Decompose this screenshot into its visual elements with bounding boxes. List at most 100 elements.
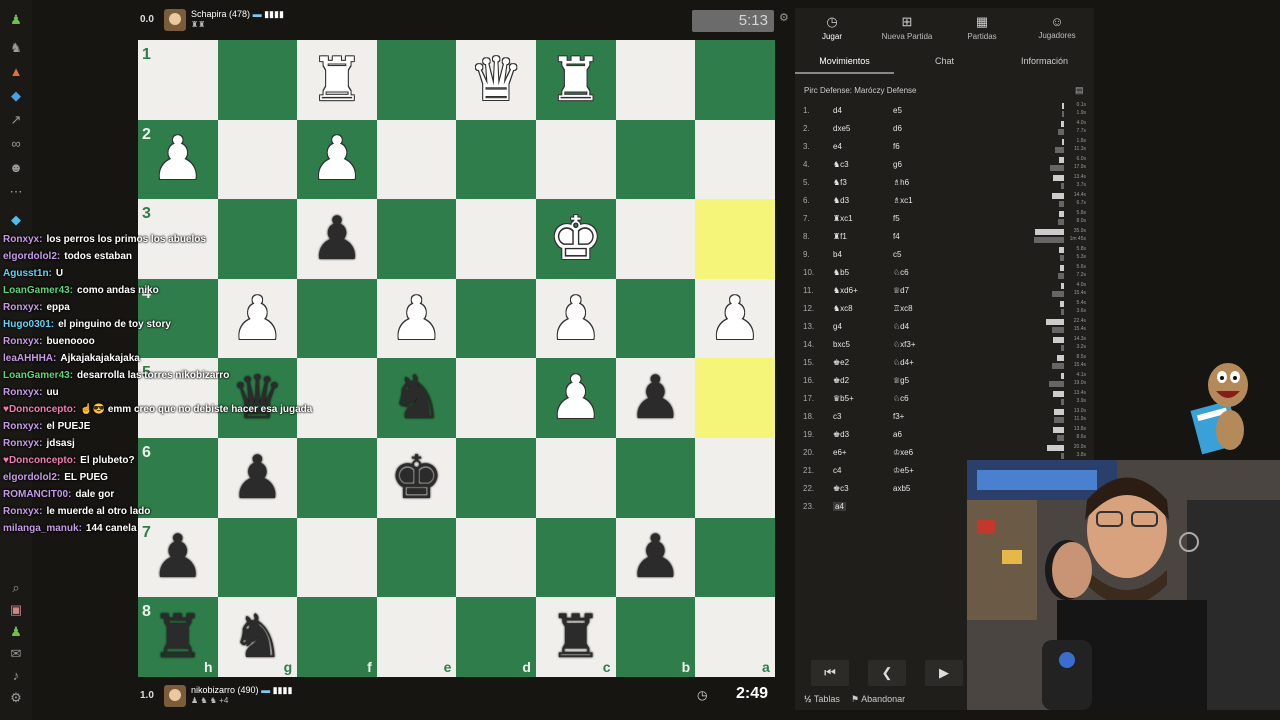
board-square[interactable]: ♟ <box>217 278 298 359</box>
board-square[interactable]: ♟ <box>217 437 298 518</box>
board-square[interactable]: ♟ <box>297 199 377 279</box>
board-square[interactable]: ♞ <box>376 358 457 438</box>
board-square[interactable]: ♟ <box>615 358 696 438</box>
bottom-player-name[interactable]: nikobizarro (490) ▬ ▮▮▮▮ <box>191 685 292 696</box>
white-move[interactable]: ♞xc8 <box>833 304 853 313</box>
board-square[interactable]: a <box>695 597 775 677</box>
binoculars-icon[interactable]: ∞ <box>6 134 26 154</box>
board-square[interactable] <box>695 437 775 518</box>
board-square[interactable] <box>297 358 377 438</box>
white-move[interactable]: bxc5 <box>833 340 850 349</box>
chat-username[interactable]: elgordolol2: <box>3 472 60 483</box>
board-square[interactable]: ♟ <box>615 517 696 598</box>
white-move[interactable]: g4 <box>833 322 842 331</box>
white-move[interactable]: ♞c3 <box>833 160 849 169</box>
white-move[interactable]: c4 <box>833 466 841 475</box>
bottom-player-username[interactable]: nikobizarro <box>191 685 235 695</box>
chat-username[interactable]: Ronxyx: <box>3 336 42 347</box>
board-square[interactable] <box>695 119 775 200</box>
board-square[interactable]: ♟ <box>695 278 775 359</box>
chat-username[interactable]: ♥Donconcepto: <box>3 455 76 466</box>
board-square[interactable]: ♟ <box>535 278 616 359</box>
white-move[interactable]: ♜f1 <box>833 232 847 241</box>
chat-username[interactable]: Ronxyx: <box>3 506 42 517</box>
board-square[interactable] <box>695 40 775 120</box>
board-square[interactable] <box>456 278 536 359</box>
pawn-logo-icon[interactable]: ♟ <box>6 10 26 30</box>
delete-icon[interactable]: ▤ <box>1075 85 1084 96</box>
settings-icon[interactable]: ⚙ <box>779 11 789 24</box>
chat-username[interactable]: Ronxyx: <box>3 234 42 245</box>
tab-chat[interactable]: Chat <box>895 50 994 72</box>
white-move[interactable]: ♚d3 <box>833 430 849 439</box>
black-move[interactable]: a6 <box>893 430 902 439</box>
more-icon[interactable]: ⋯ <box>6 182 26 202</box>
board-square[interactable]: ♛ <box>217 358 298 438</box>
board-square[interactable]: g ♞ <box>217 597 298 677</box>
black-move[interactable]: ♗xc1 <box>893 196 913 205</box>
white-piece[interactable]: ♟ <box>297 120 377 200</box>
white-move[interactable]: ♜xc1 <box>833 214 853 223</box>
nav-players[interactable]: ☺ Jugadores <box>1020 8 1094 48</box>
black-move[interactable]: e5 <box>893 106 902 115</box>
chat-username[interactable]: Ronxyx: <box>3 438 42 449</box>
chat-username[interactable]: Hugo0301: <box>3 319 54 330</box>
white-move[interactable]: c3 <box>833 412 841 421</box>
board-square[interactable]: ♚ <box>535 199 616 279</box>
board-square[interactable] <box>297 437 377 518</box>
white-piece[interactable]: ♜ <box>536 40 616 120</box>
board-square[interactable] <box>217 40 298 120</box>
board-square[interactable] <box>297 278 377 359</box>
black-move[interactable]: f4 <box>893 232 900 241</box>
white-move[interactable]: ♛b5+ <box>833 394 854 403</box>
black-move[interactable]: f3+ <box>893 412 904 421</box>
chat-username[interactable]: ♥Donconcepto: <box>3 404 76 415</box>
board-square[interactable]: ♟ <box>297 119 377 200</box>
black-move[interactable]: ♔e5+ <box>893 466 914 475</box>
white-move[interactable]: e4 <box>833 142 842 151</box>
board-square[interactable] <box>376 40 457 120</box>
black-move[interactable]: ♖xc8 <box>893 304 913 313</box>
black-piece[interactable]: ♛ <box>218 358 298 438</box>
board-square[interactable] <box>456 119 536 200</box>
white-piece[interactable]: ♟ <box>218 279 298 359</box>
top-player-name[interactable]: Schapira (478) ▬ ▮▮▮▮ <box>191 9 284 20</box>
black-move[interactable]: ♕d7 <box>893 286 909 295</box>
board-square[interactable]: b <box>615 597 696 677</box>
white-piece[interactable]: ♟ <box>377 279 457 359</box>
white-move[interactable]: a4 <box>833 502 846 511</box>
white-move[interactable]: dxe5 <box>833 124 850 133</box>
tab-info[interactable]: Información <box>995 50 1094 72</box>
board-square[interactable] <box>376 119 457 200</box>
white-piece[interactable]: ♟ <box>695 279 775 359</box>
black-piece[interactable]: ♟ <box>616 518 696 598</box>
white-move[interactable]: b4 <box>833 250 842 259</box>
nav-new-game[interactable]: ⊞ Nueva Partida <box>870 8 944 48</box>
white-move[interactable]: ♞b5 <box>833 268 849 277</box>
black-piece[interactable]: ♜ <box>536 597 616 677</box>
board-square[interactable]: 2 ♟ <box>138 119 218 200</box>
white-move[interactable]: d4 <box>833 106 842 115</box>
board-square[interactable] <box>376 517 457 598</box>
black-piece[interactable]: ♞ <box>377 358 457 438</box>
board-square[interactable] <box>456 437 536 518</box>
chat-username[interactable]: leaAHHHA: <box>3 353 56 364</box>
white-move[interactable]: ♞xd6+ <box>833 286 858 295</box>
learn-icon[interactable]: ◆ <box>6 86 26 106</box>
white-move[interactable]: ♞d3 <box>833 196 849 205</box>
black-move[interactable]: ♕g5 <box>893 376 909 385</box>
chat-username[interactable]: ROMANCIT00: <box>3 489 71 500</box>
board-square[interactable] <box>456 199 536 279</box>
board-square[interactable] <box>456 358 536 438</box>
white-piece[interactable]: ♜ <box>297 40 377 120</box>
black-piece[interactable]: ♟ <box>616 358 696 438</box>
black-move[interactable]: ♘d4 <box>893 322 909 331</box>
board-square[interactable] <box>615 437 696 518</box>
black-piece[interactable]: ♟ <box>138 518 218 598</box>
rocket-icon[interactable]: ↗ <box>6 110 26 130</box>
black-move[interactable]: f6 <box>893 142 900 151</box>
board-square[interactable]: 8 h ♜ <box>138 597 218 677</box>
search-icon[interactable]: ⌕ <box>6 578 26 598</box>
black-move[interactable]: ♔xe6 <box>893 448 913 457</box>
board-square[interactable] <box>535 119 616 200</box>
